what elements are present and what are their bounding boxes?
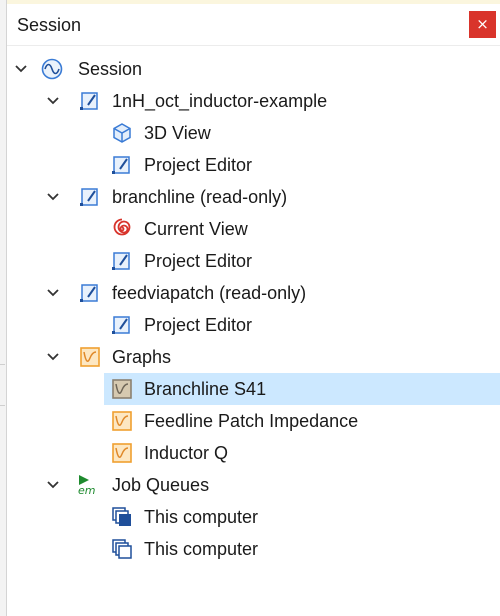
tree-item-label: Inductor Q <box>144 443 229 463</box>
tree-item-queue[interactable]: This computer <box>7 501 500 533</box>
chevron-down-icon[interactable] <box>14 63 28 75</box>
panel-title: Session <box>17 15 82 35</box>
tree-item-project[interactable]: feedviapatch (read-only) <box>7 277 500 309</box>
tree-item-current-view[interactable]: Current View <box>7 213 500 245</box>
project-edit-icon <box>112 316 130 334</box>
tree-item-label: Session <box>78 59 143 79</box>
graph-icon <box>112 379 132 399</box>
tree-item-label: Graphs <box>112 347 172 367</box>
tree-item-project-editor[interactable]: Project Editor <box>7 149 500 181</box>
close-button[interactable]: × <box>469 11 496 38</box>
tree-item-label: This computer <box>144 539 259 559</box>
queue-filled-icon <box>112 507 131 526</box>
tree-item-project-editor[interactable]: Project Editor <box>7 245 500 277</box>
tree-item-label: Project Editor <box>144 315 253 335</box>
em-icon-text: em <box>78 484 95 496</box>
tree-item-graph[interactable]: Feedline Patch Impedance <box>7 405 500 437</box>
tree-item-label: Job Queues <box>112 475 210 495</box>
tree-item-label: Project Editor <box>144 155 253 175</box>
tree-item-label: Project Editor <box>144 251 253 271</box>
project-edit-icon <box>112 156 130 174</box>
tree-item-graphs[interactable]: Graphs <box>7 341 500 373</box>
tree-item-project-editor[interactable]: Project Editor <box>7 309 500 341</box>
tree-item-graph[interactable]: Branchline S41 <box>7 373 500 405</box>
graph-icon <box>112 443 132 463</box>
tree-item-project[interactable]: branchline (read-only) <box>7 181 500 213</box>
tree-item-label: Branchline S41 <box>144 379 267 399</box>
graph-icon <box>80 347 100 367</box>
tree-item-label: feedviapatch (read-only) <box>112 283 307 303</box>
project-edit-icon <box>80 92 98 110</box>
tree-item-project[interactable]: 1nH_oct_inductor-example <box>7 85 500 117</box>
left-gutter <box>0 0 7 616</box>
session-panel: Session × Session 1nH_oct_inductor-examp… <box>7 4 500 616</box>
chevron-down-icon[interactable] <box>46 287 60 299</box>
queue-outline-icon <box>112 539 132 559</box>
chevron-down-icon[interactable] <box>46 479 60 491</box>
tree-item-label: This computer <box>144 507 259 527</box>
project-edit-icon <box>80 284 98 302</box>
tree-item-label: Current View <box>144 219 248 239</box>
panel-titlebar: Session × <box>7 4 500 46</box>
cube-icon <box>113 123 131 143</box>
project-edit-icon <box>80 188 98 206</box>
tree-item-label: branchline (read-only) <box>112 187 288 207</box>
sine-wave-icon <box>41 58 63 80</box>
em-icon: em <box>78 475 95 496</box>
tree-item-session[interactable]: Session <box>7 53 500 85</box>
project-edit-icon <box>112 252 130 270</box>
chevron-down-icon[interactable] <box>46 95 60 107</box>
tree-item-job-queues[interactable]: em Job Queues <box>7 469 500 501</box>
tree-item-label: 3D View <box>144 123 211 143</box>
tree-item-label: 1nH_oct_inductor-example <box>112 91 328 111</box>
graph-icon <box>112 411 132 431</box>
spiral-icon <box>113 218 131 236</box>
tree-item-queue[interactable]: This computer <box>7 533 500 565</box>
chevron-down-icon[interactable] <box>46 191 60 203</box>
tree-item-3d-view[interactable]: 3D View <box>7 117 500 149</box>
tree-item-graph[interactable]: Inductor Q <box>7 437 500 469</box>
tree-item-label: Feedline Patch Impedance <box>144 411 359 431</box>
close-icon: × <box>476 15 489 33</box>
chevron-down-icon[interactable] <box>46 351 60 363</box>
splitter-handle[interactable] <box>0 364 5 406</box>
